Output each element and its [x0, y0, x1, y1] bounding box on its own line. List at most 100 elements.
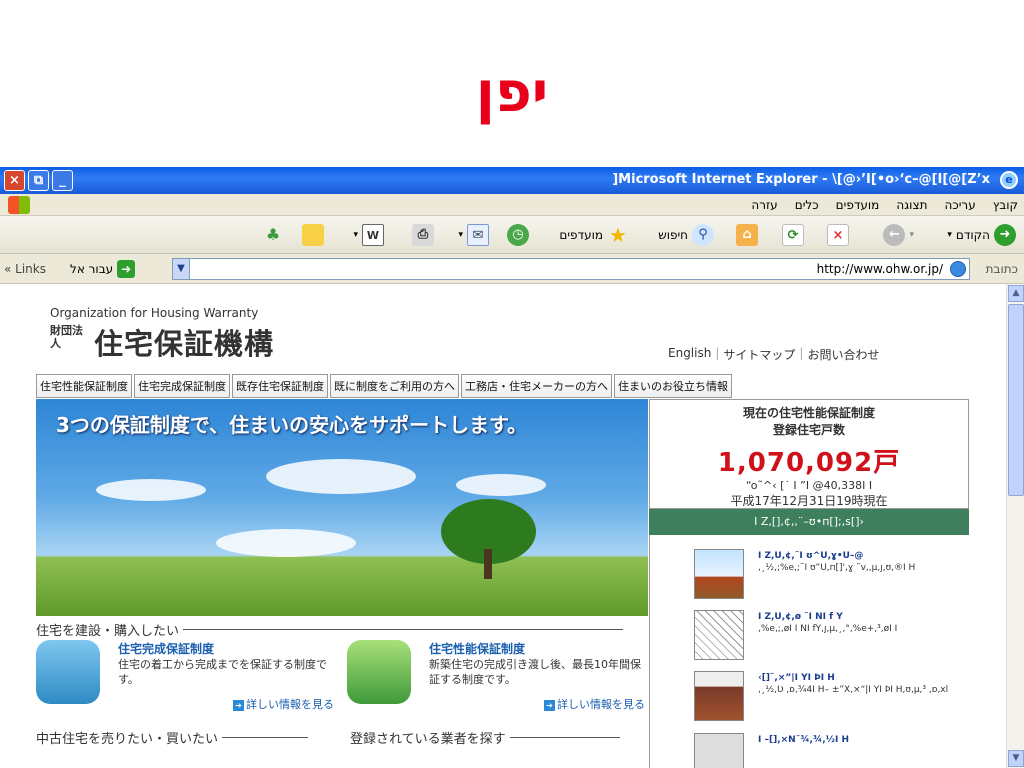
history-button[interactable]: ◷ [507, 222, 529, 248]
toolbar: ➜ הקודם ▾ ▾ ← × ⟳ ⌂ ⚲ חיפוש ★ מועדפים ◷ … [0, 216, 1024, 254]
scroll-thumb[interactable] [1008, 304, 1024, 496]
messenger-button[interactable]: ♣ [262, 222, 284, 248]
title-bar[interactable]: e Microsoft Internet Explorer - \[@›’I[•… [0, 167, 1024, 194]
address-url: http://www.ohw.or.jp/ [816, 262, 943, 276]
search-label: חיפוש [658, 228, 688, 242]
nav-tab-existing[interactable]: 既存住宅保証制度 [232, 374, 328, 398]
stop-button[interactable]: × [827, 222, 849, 248]
home-button[interactable]: ⌂ [736, 222, 758, 248]
divider [222, 737, 309, 738]
edit-button[interactable]: W ▾ [353, 222, 384, 248]
go-button[interactable]: ➜ עבור אל [70, 260, 136, 278]
scroll-down-icon[interactable]: ▼ [1008, 750, 1024, 767]
refresh-button[interactable]: ⟳ [782, 222, 804, 248]
menu-bar: קובץ עריכה תצוגה מועדפים כלים עזרה [0, 194, 1024, 216]
contact-link[interactable]: お問い合わせ [807, 346, 879, 363]
org-type: 財団法人 [50, 324, 83, 350]
divider: | [799, 346, 804, 360]
address-label: כתובת [985, 262, 1018, 276]
counter-value: 1,070,092戸 [650, 442, 968, 479]
address-dropdown-icon[interactable]: ▼ [172, 258, 190, 280]
back-label: הקודם [955, 228, 990, 242]
top-links: English | サイトマップ | お問い合わせ [668, 346, 879, 363]
building-icon [694, 671, 744, 721]
card-performance[interactable]: 住宅性能保証制度 新築住宅の完成引き渡し後、最長10年間保証する制度です。 ➔ 詳… [347, 640, 647, 720]
home-icon: ⌂ [736, 224, 758, 246]
site-logo[interactable]: 住宅保証機構 [94, 321, 274, 363]
minimize-button[interactable]: _ [52, 170, 73, 191]
mail-button[interactable]: ✉ ▾ [458, 222, 489, 248]
favorites-button[interactable]: ★ מועדפים [559, 222, 629, 248]
search-button[interactable]: ⚲ חיפוש [658, 222, 714, 248]
side-item-text: ,%e,;,øI I NI fY,ȷ,µ,¸,°,%e+,³,øI I [758, 624, 898, 634]
side-item-title: ‹[]¨,×”|I YI ÞI H [758, 673, 835, 683]
side-item-title: I –[],×N˜¾,¾,½I H [758, 735, 850, 745]
menu-edit[interactable]: עריכה [939, 195, 982, 215]
divider [509, 737, 620, 738]
hero-banner: 3つの保証制度で、住まいの安心をサポートします。 [36, 399, 648, 616]
menu-view[interactable]: תצוגה [890, 195, 933, 215]
divider: | [715, 346, 720, 360]
sitemap-link[interactable]: サイトマップ [723, 346, 795, 363]
card-completion[interactable]: 住宅完成保証制度 住宅の着工から完成までを保証する制度です。 ➔ 詳しい情報を見る [36, 640, 336, 720]
menu-favorites[interactable]: מועדפים [830, 195, 886, 215]
forward-dropdown-icon[interactable]: ▾ [909, 230, 914, 240]
back-button[interactable]: ➜ הקודם ▾ [947, 222, 1016, 248]
item-thumbnail-icon [694, 733, 744, 768]
arrow-icon: ➔ [544, 700, 555, 711]
forward-button[interactable]: ▾ ← [883, 222, 914, 248]
section-find-builder-title: 登録されている業者を探す [350, 732, 506, 747]
house-icon [694, 549, 744, 599]
window-title: Microsoft Internet Explorer - \[@›’I[•o›… [612, 172, 990, 187]
menu-help[interactable]: עזרה [745, 195, 783, 215]
more-info-link[interactable]: ➔ 詳しい情報を見る [544, 696, 645, 712]
menu-file[interactable]: קובץ [987, 195, 1024, 215]
close-button[interactable]: × [4, 170, 25, 191]
ie-logo-icon: e [1000, 171, 1018, 189]
links-label: Links [15, 262, 46, 276]
side-item[interactable]: I Z,U,¢,ø ˜I NI f Y ,%e,;,øI I NI fY,ȷ,µ… [694, 610, 964, 666]
side-item[interactable]: ‹[]¨,×”|I YI ÞI H ,¸½,Ʋ ,ɒ,¾4I H– ±”X,×“… [694, 671, 964, 727]
back-dropdown-icon[interactable]: ▾ [947, 230, 952, 240]
section-build-buy: 住宅を建設・購入したい [36, 620, 624, 639]
word-icon: W [362, 224, 384, 246]
ie-window: e Microsoft Internet Explorer - \[@›’I[•… [0, 167, 1024, 768]
nav-tab-completion[interactable]: 住宅完成保証制度 [134, 374, 230, 398]
english-link[interactable]: English [668, 346, 711, 363]
nav-tab-users[interactable]: 既に制度をご利用の方へ [330, 374, 459, 398]
favorites-star-icon: ★ [609, 223, 627, 247]
restore-button[interactable]: ⧉ [28, 170, 49, 191]
nav-tab-performance[interactable]: 住宅性能保証制度 [36, 374, 132, 398]
print-button[interactable]: ⎙ [412, 222, 434, 248]
more-info-link[interactable]: ➔ 詳しい情報を見る [233, 696, 334, 712]
side-item[interactable]: I –[],×N˜¾,¾,½I H [694, 733, 964, 768]
site-nav: 住宅性能保証制度 住宅完成保証制度 既存住宅保証制度 既に制度をご利用の方へ 工… [36, 374, 732, 398]
edit-dropdown-icon[interactable]: ▾ [353, 230, 358, 240]
cloud-shape [96, 479, 206, 501]
more-info-label: 詳しい情報を見る [557, 698, 645, 711]
forward-arrow-icon: ← [883, 224, 906, 246]
completion-house-icon [36, 640, 100, 704]
menu-tools[interactable]: כלים [789, 195, 825, 215]
cloud-shape [266, 459, 416, 494]
counter-date: 平成17年12月31日19時現在 [730, 494, 888, 508]
card-title[interactable]: 住宅完成保証制度 [118, 640, 214, 657]
section-find-builder: 登録されている業者を探す [350, 728, 620, 747]
card-title[interactable]: 住宅性能保証制度 [429, 640, 525, 657]
cloud-shape [456, 474, 546, 496]
discuss-button[interactable] [302, 222, 324, 248]
links-button[interactable]: « Links [4, 262, 46, 276]
page-icon [950, 261, 966, 277]
nav-tab-info[interactable]: 住まいのお役立ち情報 [614, 374, 732, 398]
address-input[interactable]: http://www.ohw.or.jp/ [172, 258, 970, 280]
more-info-label: 詳しい情報を見る [246, 698, 334, 711]
scroll-up-icon[interactable]: ▲ [1008, 285, 1024, 302]
performance-house-icon [347, 640, 411, 704]
stop-icon: × [827, 224, 849, 246]
org-english-name: Organization for Housing Warranty [50, 306, 259, 320]
mail-dropdown-icon[interactable]: ▾ [458, 230, 463, 240]
side-item[interactable]: I Z,U,¢,˜I ʊ^U,ɣ•U–@ ,¸½,;%e,;˜I ʊ”U,п[]… [694, 549, 964, 605]
history-icon: ◷ [507, 224, 529, 246]
vertical-scrollbar[interactable]: ▲ ▼ [1006, 284, 1024, 768]
nav-tab-builders[interactable]: 工務店・住宅メーカーの方へ [461, 374, 612, 398]
